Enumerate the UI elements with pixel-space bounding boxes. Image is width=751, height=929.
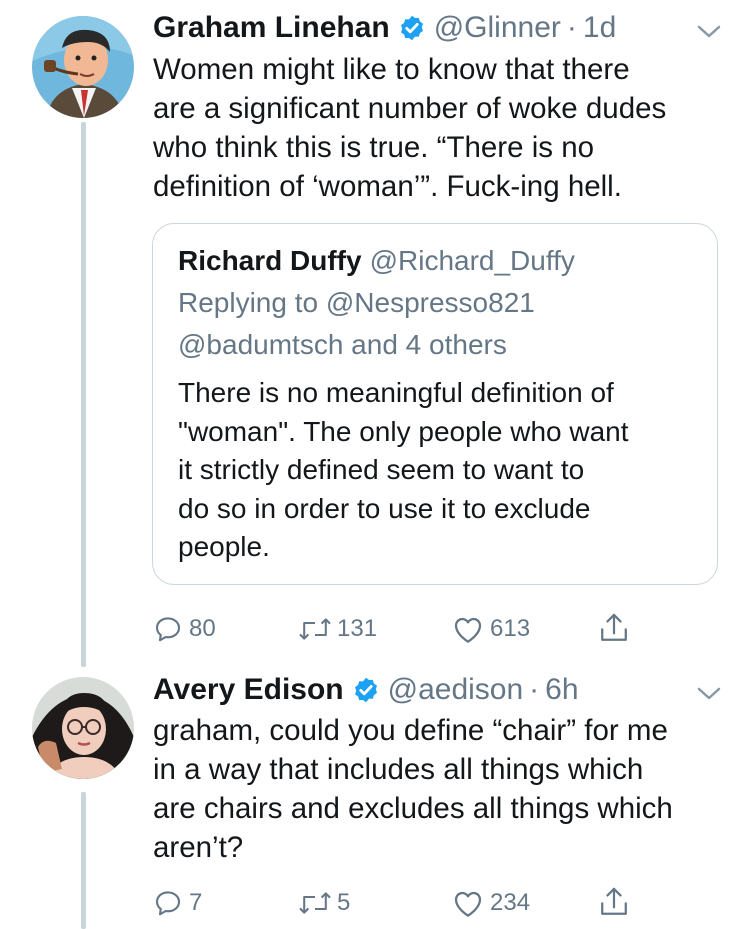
separator: · bbox=[529, 673, 540, 706]
verified-badge-icon bbox=[354, 677, 377, 703]
chevron-down-icon[interactable] bbox=[694, 22, 724, 42]
tweet-header: Graham Linehan @Glinner · 1d bbox=[153, 10, 616, 46]
share-button[interactable] bbox=[598, 611, 630, 645]
handle[interactable]: @aedison bbox=[388, 672, 524, 708]
like-count: 234 bbox=[490, 889, 531, 916]
quoted-tweet-text: There is no meaningful definition of "wo… bbox=[178, 377, 629, 562]
reply-button[interactable]: 80 bbox=[153, 614, 216, 644]
chevron-down-icon[interactable] bbox=[694, 684, 724, 704]
timestamp[interactable]: 6h bbox=[545, 672, 578, 708]
tweet-header: Avery Edison @aedison · 6h bbox=[153, 672, 579, 708]
like-icon bbox=[454, 617, 482, 643]
share-button[interactable] bbox=[598, 885, 630, 919]
display-name[interactable]: Avery Edison bbox=[153, 672, 344, 708]
handle[interactable]: @Glinner bbox=[434, 10, 561, 46]
replying-to-line-2: @badumtsch and 4 others bbox=[178, 329, 507, 360]
retweet-icon bbox=[299, 892, 331, 914]
like-count: 613 bbox=[490, 615, 531, 642]
reply-icon bbox=[155, 891, 181, 916]
avatar-graham-linehan[interactable] bbox=[32, 16, 134, 118]
quoted-display-name: Richard Duffy bbox=[178, 245, 362, 276]
like-icon bbox=[454, 891, 482, 917]
retweet-button[interactable]: 5 bbox=[297, 888, 350, 918]
replying-to-line-1: Replying to @Nespresso821 bbox=[178, 287, 535, 318]
reply-count: 80 bbox=[189, 615, 216, 642]
reply-count: 7 bbox=[189, 889, 203, 916]
quoted-tweet-header: Richard Duffy @Richard_Duffy bbox=[178, 244, 575, 278]
tweet-text: Women might like to know that there are … bbox=[153, 53, 667, 203]
retweet-icon bbox=[299, 618, 331, 640]
like-button[interactable]: 234 bbox=[452, 888, 530, 918]
separator: · bbox=[566, 11, 577, 44]
retweet-button[interactable]: 131 bbox=[297, 614, 377, 644]
thread-line-bottom bbox=[81, 792, 86, 929]
share-icon bbox=[601, 887, 627, 915]
avatar-avery-edison[interactable] bbox=[32, 677, 134, 779]
display-name[interactable]: Graham Linehan bbox=[153, 10, 390, 46]
reply-icon bbox=[155, 617, 181, 642]
tweet-text: graham, could you define “chair” for me … bbox=[153, 714, 673, 864]
timestamp[interactable]: 1d bbox=[583, 10, 616, 46]
thread-line-top bbox=[81, 122, 86, 667]
quoted-tweet-card[interactable]: Richard Duffy @Richard_Duffy Replying to … bbox=[152, 223, 718, 585]
quoted-handle: @Richard_Duffy bbox=[369, 245, 575, 276]
share-icon bbox=[601, 613, 627, 641]
avatar-illustration-icon bbox=[32, 16, 134, 118]
reply-button[interactable]: 7 bbox=[153, 888, 202, 918]
verified-badge-icon bbox=[400, 15, 423, 41]
like-button[interactable]: 613 bbox=[452, 614, 530, 644]
retweet-count: 5 bbox=[337, 889, 351, 916]
avatar-photo-icon bbox=[32, 677, 134, 779]
retweet-count: 131 bbox=[337, 615, 378, 642]
